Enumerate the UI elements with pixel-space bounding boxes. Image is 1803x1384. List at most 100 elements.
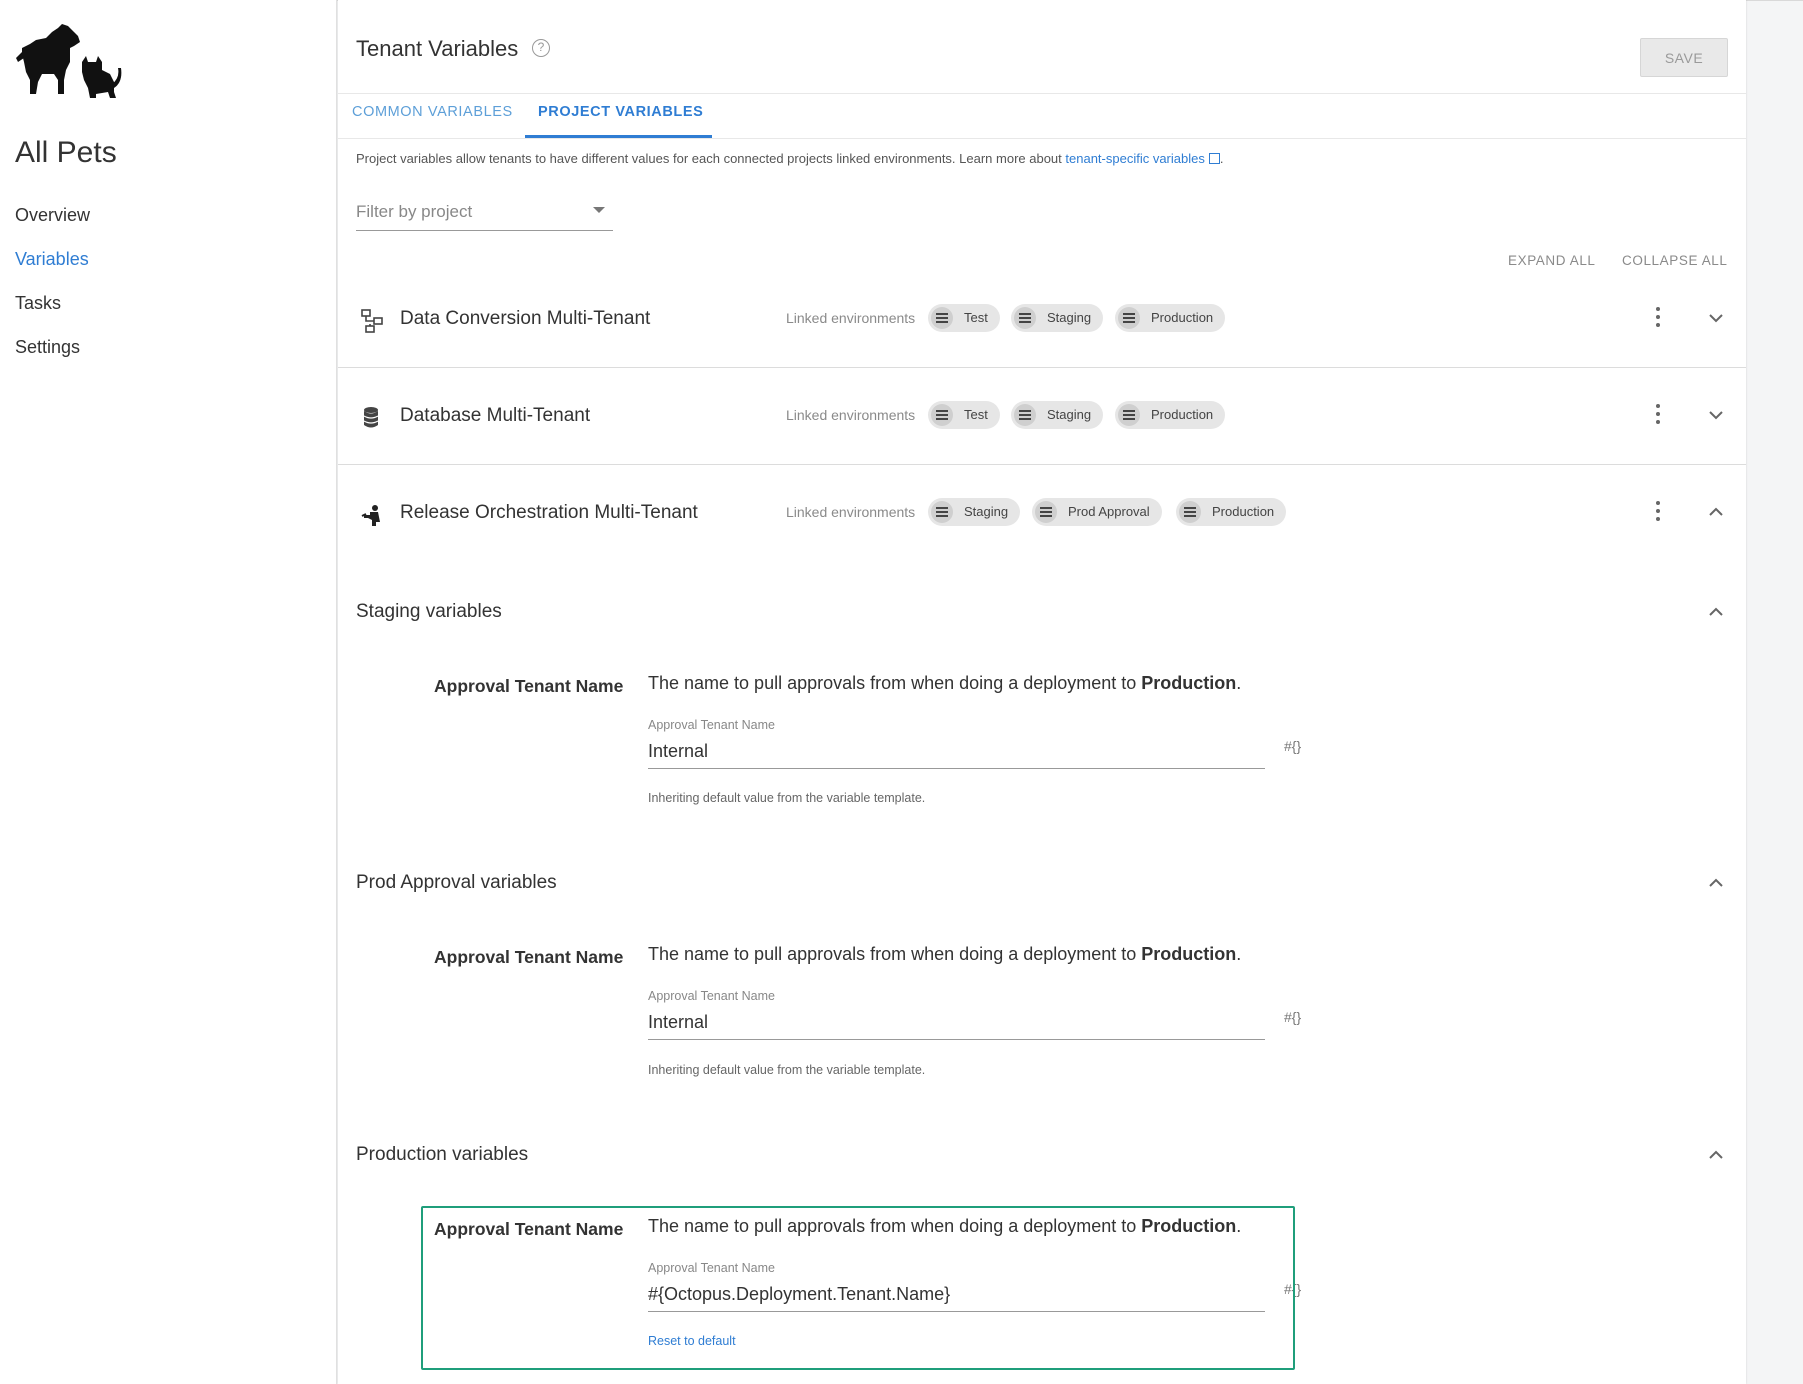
- variable-description: The name to pull approvals from when doi…: [648, 944, 1241, 965]
- chip-label: Test: [964, 407, 988, 422]
- database-icon: [363, 407, 379, 428]
- environment-chip: Test: [928, 304, 1000, 332]
- filter-placeholder: Filter by project: [356, 202, 473, 221]
- environment-icon: [1179, 501, 1201, 523]
- linked-environments-label: Linked environments: [786, 504, 916, 520]
- approval-tenant-name-input[interactable]: #{Octopus.Deployment.Tenant.Name}: [648, 1280, 1265, 1312]
- environment-icon: [1035, 501, 1057, 523]
- page-title: Tenant Variables: [356, 36, 519, 61]
- chevron-down-icon[interactable]: [1708, 310, 1724, 326]
- chip-label: Production: [1212, 504, 1275, 519]
- linked-environments-label: Linked environments: [786, 407, 916, 423]
- environment-chip: Prod Approval: [1032, 498, 1162, 526]
- chip-label: Prod Approval: [1068, 504, 1150, 519]
- section-title: Prod Approval variables: [356, 872, 557, 893]
- tab-project-variables[interactable]: PROJECT VARIABLES: [538, 104, 703, 120]
- description-emphasis: Production: [1141, 673, 1237, 693]
- description-end: .: [1236, 944, 1242, 964]
- description-emphasis: Production: [1141, 944, 1237, 964]
- sidebar-item-tasks[interactable]: Tasks: [15, 288, 90, 332]
- chevron-up-icon[interactable]: [1708, 504, 1724, 520]
- environment-chip: Staging: [1011, 401, 1104, 429]
- process-icon: [361, 309, 383, 333]
- more-options-icon[interactable]: [1656, 307, 1662, 329]
- environment-icon: [931, 404, 953, 426]
- external-link-icon: [1208, 153, 1220, 164]
- environment-chip: Staging: [1011, 304, 1104, 332]
- variable-label: Approval Tenant Name: [434, 676, 624, 696]
- more-options-icon[interactable]: [1656, 501, 1662, 523]
- variable-label: Approval Tenant Name: [434, 947, 624, 967]
- chip-label: Test: [964, 310, 988, 325]
- help-icon[interactable]: ?: [532, 39, 550, 57]
- environment-icon: [1118, 404, 1140, 426]
- main-panel: Tenant Variables ? SAVE COMMON VARIABLES…: [338, 0, 1746, 1384]
- project-row[interactable]: Release Orchestration Multi-Tenant Linke…: [338, 466, 1746, 562]
- variable-binding-icon[interactable]: #{}: [1284, 1009, 1301, 1025]
- description-emphasis: Production: [1141, 1216, 1237, 1236]
- description-text: Project variables allow tenants to have …: [356, 151, 1066, 166]
- more-options-icon[interactable]: [1656, 404, 1662, 426]
- chevron-up-icon[interactable]: [1708, 1147, 1724, 1163]
- pets-logo-icon: [16, 18, 122, 100]
- chip-label: Staging: [1047, 310, 1092, 325]
- environment-icon: [931, 501, 953, 523]
- tab-common-variables[interactable]: COMMON VARIABLES: [352, 104, 513, 120]
- description-end: .: [1236, 673, 1242, 693]
- description-suffix: .: [1219, 151, 1224, 166]
- chip-label: Staging: [1047, 407, 1092, 422]
- description-text: The name to pull approvals from when doi…: [648, 673, 1142, 693]
- expand-all-button[interactable]: EXPAND ALL: [1508, 253, 1596, 268]
- chip-label: Production: [1151, 407, 1214, 422]
- field-label: Approval Tenant Name: [648, 718, 775, 732]
- chevron-up-icon[interactable]: [1708, 604, 1724, 620]
- variable-binding-icon[interactable]: #{}: [1284, 1281, 1301, 1297]
- tenant-name: All Pets: [15, 136, 117, 169]
- filter-by-project-select[interactable]: Filter by project: [356, 198, 613, 231]
- environment-icon: [1014, 404, 1036, 426]
- sidebar-nav: Overview Variables Tasks Settings: [15, 200, 90, 376]
- project-row[interactable]: Database Multi-Tenant Linked environment…: [338, 369, 1746, 465]
- variable-label: Approval Tenant Name: [434, 1219, 624, 1239]
- variable-description: The name to pull approvals from when doi…: [648, 1216, 1241, 1237]
- field-label: Approval Tenant Name: [648, 989, 775, 1003]
- section-title: Production variables: [356, 1144, 529, 1165]
- orchestration-icon: [361, 505, 380, 526]
- collapse-all-button[interactable]: COLLAPSE ALL: [1622, 253, 1728, 268]
- save-button[interactable]: SAVE: [1640, 38, 1728, 77]
- environment-icon: [931, 307, 953, 329]
- chip-label: Production: [1151, 310, 1214, 325]
- inherit-hint: Inheriting default value from the variab…: [648, 791, 926, 805]
- project-name: Database Multi-Tenant: [400, 405, 591, 426]
- dropdown-caret-icon: [593, 207, 605, 213]
- approval-tenant-name-input[interactable]: Internal: [648, 737, 1265, 769]
- description-text: The name to pull approvals from when doi…: [648, 1216, 1142, 1236]
- sidebar-item-overview[interactable]: Overview: [15, 200, 90, 244]
- description-text: The name to pull approvals from when doi…: [648, 944, 1142, 964]
- environment-chip: Production: [1176, 498, 1287, 526]
- chevron-down-icon[interactable]: [1708, 407, 1724, 423]
- project-variables-description: Project variables allow tenants to have …: [356, 151, 1223, 166]
- variable-description: The name to pull approvals from when doi…: [648, 673, 1241, 694]
- description-end: .: [1236, 1216, 1242, 1236]
- sidebar: All Pets Overview Variables Tasks Settin…: [0, 0, 337, 1384]
- environment-chip: Production: [1115, 401, 1226, 429]
- environment-icon: [1014, 307, 1036, 329]
- sidebar-item-variables[interactable]: Variables: [15, 244, 90, 288]
- page-header: Tenant Variables ? SAVE: [338, 0, 1746, 94]
- section-title: Staging variables: [356, 601, 502, 622]
- inherit-hint: Inheriting default value from the variab…: [648, 1063, 926, 1077]
- project-row[interactable]: Data Conversion Multi-Tenant Linked envi…: [338, 272, 1746, 368]
- tenant-specific-variables-link[interactable]: tenant-specific variables: [1065, 151, 1204, 166]
- approval-tenant-name-input[interactable]: Internal: [648, 1008, 1265, 1040]
- linked-environments-label: Linked environments: [786, 310, 916, 326]
- project-name: Data Conversion Multi-Tenant: [400, 308, 651, 329]
- variable-binding-icon[interactable]: #{}: [1284, 738, 1301, 754]
- environment-chip: Staging: [928, 498, 1021, 526]
- active-tab-indicator: [525, 135, 712, 138]
- environment-chip: Production: [1115, 304, 1226, 332]
- reset-to-default-link[interactable]: Reset to default: [648, 1334, 736, 1348]
- chevron-up-icon[interactable]: [1708, 875, 1724, 891]
- field-label: Approval Tenant Name: [648, 1261, 775, 1275]
- sidebar-item-settings[interactable]: Settings: [15, 332, 90, 376]
